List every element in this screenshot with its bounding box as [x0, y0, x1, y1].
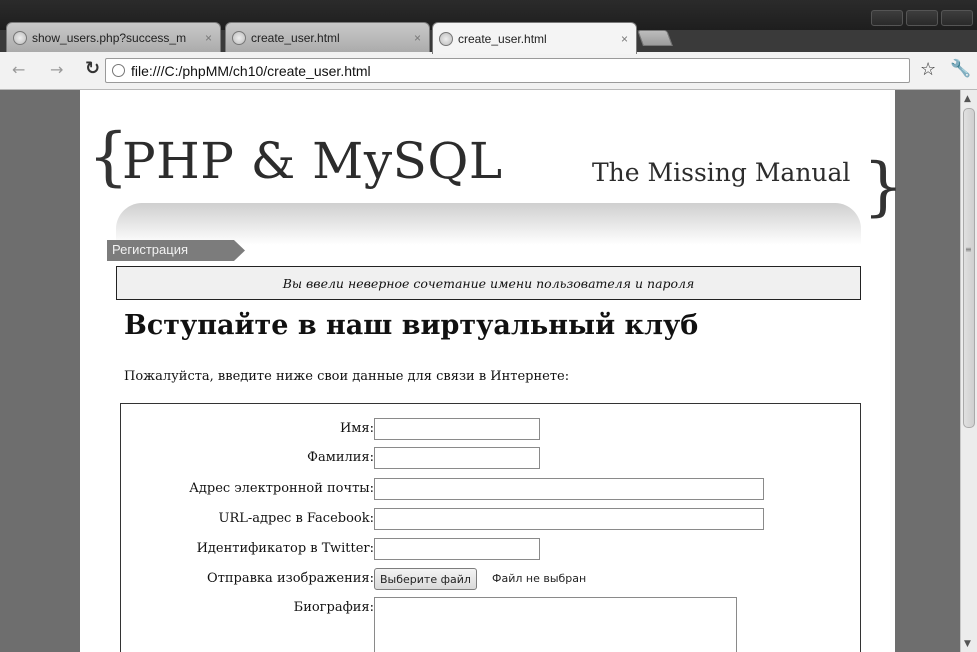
tab-title: create_user.html — [251, 30, 340, 45]
page-icon — [112, 64, 125, 77]
tab-create-user[interactable]: create_user.html × — [225, 22, 430, 52]
first-name-field[interactable] — [374, 418, 540, 440]
email-label: Адрес электронной почты: — [189, 481, 374, 496]
last-name-row: Фамилия: — [121, 447, 862, 471]
logo-subtitle: The Missing Manual — [592, 158, 851, 187]
scroll-down-arrow-icon[interactable]: ▼ — [964, 639, 971, 649]
signup-form: Имя: Фамилия: Адрес электронной почты: U… — [120, 403, 861, 652]
photo-label: Отправка изображения: — [207, 571, 374, 586]
facebook-url-field[interactable] — [374, 508, 764, 530]
page-icon — [13, 30, 27, 45]
last-name-field[interactable] — [374, 447, 540, 469]
email-row: Адрес электронной почты: — [121, 478, 862, 502]
address-bar[interactable]: file:///C:/phpMM/ch10/create_user.html — [105, 58, 910, 83]
page-viewport: { PHP & MySQL The Missing Manual } Регис… — [0, 90, 960, 652]
close-icon[interactable]: × — [205, 31, 212, 45]
choose-file-button[interactable]: Выберите файл — [374, 568, 477, 590]
bookmark-star-icon[interactable]: ☆ — [920, 59, 936, 80]
minimize-button[interactable] — [871, 10, 903, 26]
scroll-thumb[interactable] — [963, 108, 975, 428]
page-title: Вступайте в наш виртуальный клуб — [124, 310, 699, 341]
reload-icon[interactable]: ↻ — [85, 58, 100, 79]
new-tab-button[interactable] — [637, 30, 673, 46]
email-field[interactable] — [374, 478, 764, 500]
bio-row: Биография: — [121, 597, 862, 652]
wrench-icon[interactable]: 🔧 — [950, 59, 971, 79]
address-text: file:///C:/phpMM/ch10/create_user.html — [131, 62, 371, 79]
back-arrow-icon[interactable]: ← — [12, 60, 25, 79]
close-window-button[interactable] — [941, 10, 973, 26]
intro-text: Пожалуйста, введите ниже свои данные для… — [124, 369, 570, 384]
bio-textarea[interactable] — [374, 597, 737, 652]
bio-label: Биография: — [293, 600, 374, 615]
photo-row: Отправка изображения: Выберите файл Файл… — [121, 568, 862, 592]
window-controls — [871, 10, 973, 26]
facebook-label: URL-адрес в Facebook: — [218, 511, 375, 526]
twitter-handle-field[interactable] — [374, 538, 540, 560]
scroll-grip-icon: ≡ — [965, 245, 972, 254]
error-message: Вы ввели неверное сочетание имени пользо… — [116, 266, 861, 300]
last-name-label: Фамилия: — [307, 450, 374, 465]
file-status-text: Файл не выбран — [492, 572, 587, 585]
maximize-button[interactable] — [906, 10, 938, 26]
first-name-row: Имя: — [121, 418, 862, 442]
breadcrumb: Регистрация — [107, 240, 245, 261]
scroll-up-arrow-icon[interactable]: ▲ — [964, 94, 971, 104]
twitter-label: Идентификатор в Twitter: — [196, 541, 374, 556]
close-icon[interactable]: × — [621, 32, 628, 46]
page-icon — [439, 31, 453, 46]
close-icon[interactable]: × — [414, 31, 421, 45]
page-content: { PHP & MySQL The Missing Manual } Регис… — [80, 90, 904, 652]
logo-brace-right: } — [863, 150, 904, 224]
first-name-label: Имя: — [339, 421, 374, 436]
logo-title: PHP & MySQL — [122, 132, 503, 190]
tab-create-user-active[interactable]: create_user.html × — [432, 22, 637, 54]
tab-title: show_users.php?success_m — [32, 30, 187, 45]
browser-toolbar: ← → ↻ file:///C:/phpMM/ch10/create_user.… — [0, 52, 977, 90]
twitter-row: Идентификатор в Twitter: — [121, 538, 862, 562]
page-icon — [232, 30, 246, 45]
error-text: Вы ввели неверное сочетание имени пользо… — [282, 275, 695, 291]
tab-title: create_user.html — [458, 31, 547, 46]
header-band — [116, 203, 861, 245]
forward-arrow-icon[interactable]: → — [50, 60, 63, 79]
facebook-row: URL-адрес в Facebook: — [121, 508, 862, 532]
tab-show-users[interactable]: show_users.php?success_m × — [6, 22, 221, 52]
vertical-scrollbar[interactable]: ▲ ≡ ▼ — [960, 90, 977, 652]
